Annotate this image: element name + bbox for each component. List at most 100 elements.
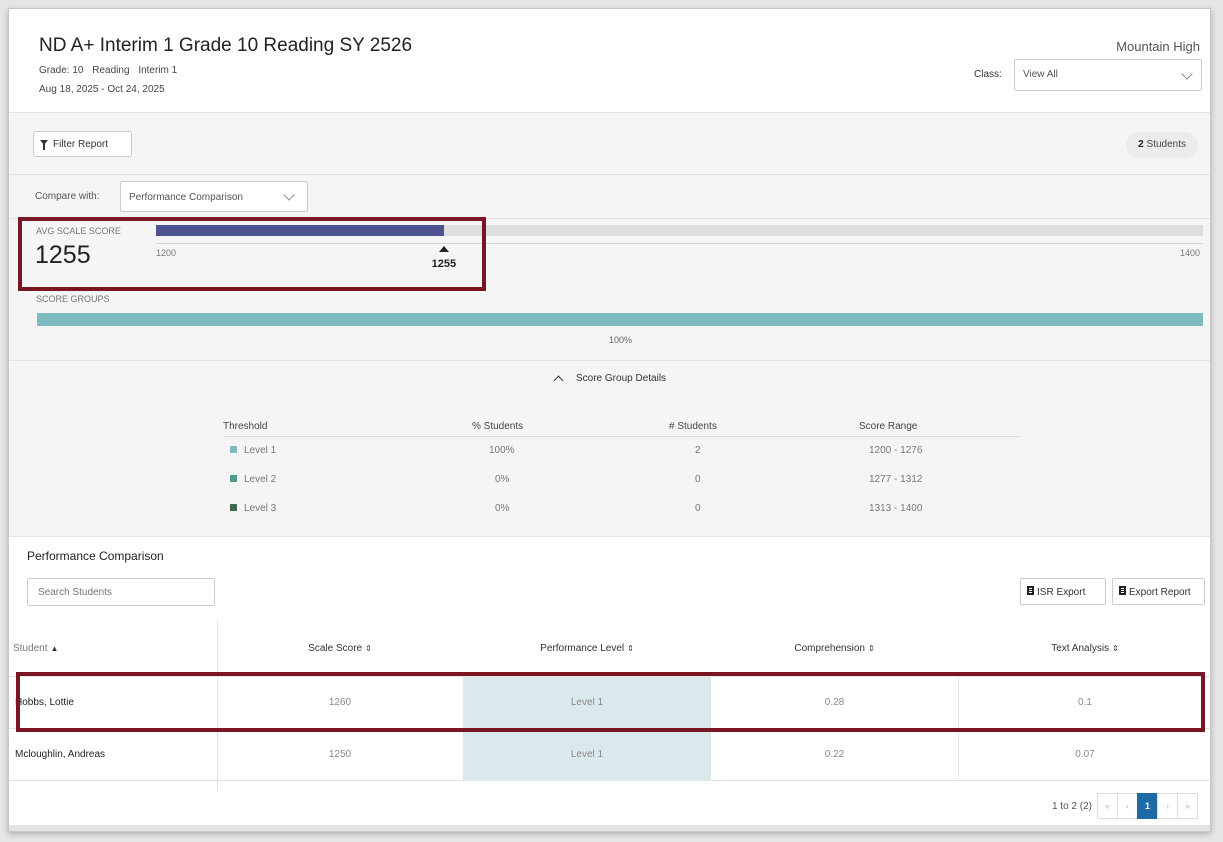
student-header-label: Student	[13, 643, 48, 654]
class-label: Class:	[974, 69, 1002, 80]
student-column-divider	[217, 621, 218, 791]
document-icon	[1027, 586, 1034, 595]
level-swatch	[230, 503, 237, 511]
compare-label: Compare with:	[35, 191, 100, 202]
avg-scale-score-label: AVG SCALE SCORE	[36, 226, 121, 236]
level-count: 2	[695, 445, 701, 456]
chevron-down-icon	[1181, 68, 1193, 80]
students-label: Students	[1146, 139, 1186, 150]
level-range: 1313 - 1400	[869, 503, 923, 514]
compare-select-value: Performance Comparison	[129, 192, 243, 203]
score-group-details-toggle[interactable]: Score Group Details	[553, 373, 667, 386]
scale-max-label: 1400	[1179, 248, 1200, 258]
performance-comparison-title: Performance Comparison	[27, 549, 164, 563]
score-groups-bar	[37, 313, 1203, 326]
class-select-value: View All	[1023, 69, 1058, 80]
score-group-table-header: Threshold % Students # Students Score Ra…	[223, 413, 1019, 437]
scale-score: 1250	[328, 749, 352, 760]
comprehension-header-label: Comprehension	[794, 643, 865, 654]
score-groups-percent: 100%	[609, 335, 633, 345]
performance-level: Level 1	[463, 677, 711, 728]
level-name: Level 3	[244, 503, 277, 514]
level-pct: 100%	[489, 445, 515, 456]
report-meta: Grade: 10 Reading Interim 1	[39, 65, 183, 76]
marker-triangle-icon	[438, 246, 449, 252]
avg-score-track	[156, 225, 1203, 236]
pagination: 1 to 2 (2) « ‹ 1 › »	[1052, 793, 1198, 819]
avg-score-marker: 1255	[424, 246, 464, 272]
avg-score-marker-label: 1255	[431, 258, 457, 270]
period-label: Interim 1	[138, 65, 178, 76]
table-header-row: Student ▲ Scale Score ⇕ Performance Level ⇕…	[9, 621, 1210, 677]
chevron-down-icon	[283, 189, 295, 201]
score-group-row: Level 1 100% 2 1200 - 1276	[223, 437, 1019, 466]
next-page-button[interactable]: ›	[1157, 793, 1178, 819]
comprehension-score: 0.28	[824, 697, 845, 708]
first-page-button[interactable]: «	[1097, 793, 1118, 819]
text-analysis-header-label: Text Analysis	[1051, 643, 1110, 654]
score-groups-label: SCORE GROUPS	[36, 294, 110, 304]
performance-level-header-label: Performance Level	[540, 643, 625, 654]
level-name: Level 1	[244, 445, 277, 456]
scale-score-column-header[interactable]: Scale Score ⇕	[217, 621, 463, 676]
level-count: 0	[695, 474, 701, 485]
page-1-button[interactable]: 1	[1137, 793, 1158, 819]
page-title: ND A+ Interim 1 Grade 10 Reading SY 2526	[39, 35, 413, 56]
sort-icon: ⇕	[627, 644, 634, 653]
score-group-row: Level 2 0% 0 1277 - 1312	[223, 466, 1019, 495]
level-pct: 0%	[495, 503, 510, 514]
school-name: Mountain High	[1116, 39, 1200, 54]
level-pct: 0%	[495, 474, 510, 485]
sort-icon: ⇕	[1112, 644, 1119, 653]
sort-asc-icon: ▲	[50, 644, 59, 653]
scale-score-header-label: Scale Score	[308, 643, 363, 654]
export-report-button[interactable]: Export Report	[1112, 578, 1205, 605]
pagination-info: 1 to 2 (2)	[1051, 800, 1092, 812]
comprehension-score: 0.22	[824, 749, 845, 760]
avg-score-baseline	[156, 243, 1203, 244]
filter-icon	[40, 140, 48, 150]
class-select[interactable]: View All	[1014, 59, 1202, 91]
filter-report-label: Filter Report	[53, 139, 109, 150]
threshold-header: Threshold	[223, 421, 268, 432]
text-analysis-score: 0.07	[1075, 749, 1095, 760]
students-count: 2	[1138, 139, 1144, 150]
last-page-button[interactable]: »	[1177, 793, 1198, 819]
performance-table: Student ▲ Scale Score ⇕ Performance Level ⇕…	[9, 621, 1210, 791]
table-row[interactable]: Hobbs, Lottie 1260 Level 1 0.28 0.1	[9, 677, 1210, 729]
text-analysis-column-header[interactable]: Text Analysis ⇕	[958, 621, 1210, 676]
subject-label: Reading	[92, 65, 130, 76]
level-name: Level 2	[244, 474, 277, 485]
num-students-header: # Students	[669, 421, 717, 432]
performance-level-column-header[interactable]: Performance Level ⇕	[463, 621, 711, 676]
sort-icon: ⇕	[365, 644, 372, 653]
text-analysis-score: 0.1	[1078, 697, 1092, 708]
date-range: Aug 18, 2025 - Oct 24, 2025	[39, 84, 165, 95]
performance-level: Level 1	[463, 729, 711, 780]
report-header: ND A+ Interim 1 Grade 10 Reading SY 2526…	[9, 9, 1210, 113]
score-group-row: Level 3 0% 0 1313 - 1400	[223, 495, 1019, 524]
student-name: Mcloughlin, Andreas	[15, 749, 106, 760]
score-range-header: Score Range	[859, 421, 918, 432]
sort-icon: ⇕	[867, 644, 875, 653]
table-row[interactable]: Mcloughlin, Andreas 1250 Level 1 0.22 0.…	[9, 729, 1210, 781]
filter-report-button[interactable]: Filter Report	[33, 131, 132, 157]
document-icon	[1119, 586, 1126, 595]
students-count-badge: 2 Students	[1126, 132, 1198, 158]
prev-page-button[interactable]: ‹	[1117, 793, 1138, 819]
search-students-input[interactable]	[27, 578, 215, 606]
compare-select[interactable]: Performance Comparison	[120, 181, 308, 212]
score-group-details-label: Score Group Details	[576, 373, 667, 384]
avg-scale-score-section: AVG SCALE SCORE 1255 1200 1400 1255 SCOR…	[9, 219, 1210, 361]
level-count: 0	[695, 503, 701, 514]
student-name: Hobbs, Lottie	[15, 697, 74, 708]
comprehension-column-header[interactable]: Comprehension ⇕	[711, 621, 958, 676]
level-range: 1277 - 1312	[869, 474, 923, 485]
filter-bar: Filter Report 2 Students	[9, 113, 1210, 175]
student-column-header[interactable]: Student ▲	[9, 621, 217, 676]
score-group-details: Score Group Details Threshold % Students…	[9, 361, 1210, 537]
isr-export-button[interactable]: ISR Export	[1020, 578, 1106, 605]
avg-scale-score-value: 1255	[35, 241, 91, 269]
pct-students-header: % Students	[472, 421, 524, 432]
report-frame: ND A+ Interim 1 Grade 10 Reading SY 2526…	[8, 8, 1211, 832]
